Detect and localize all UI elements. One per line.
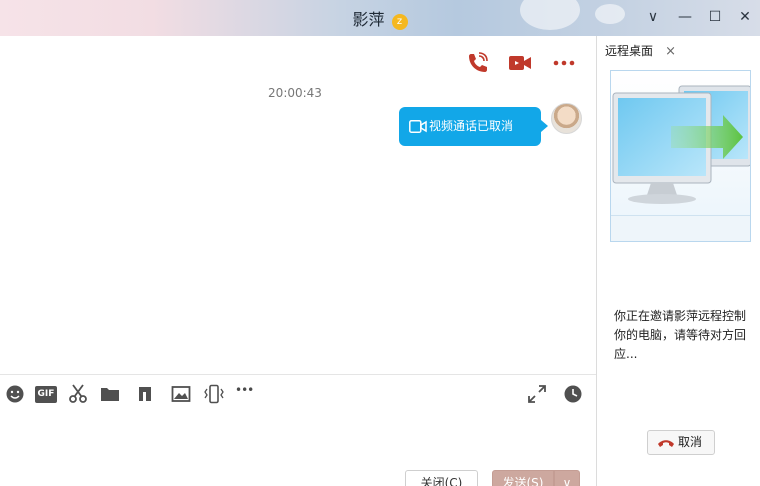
- message-text: 视频通话已取消: [429, 119, 514, 133]
- tab-close-icon[interactable]: ×: [665, 40, 676, 63]
- gif-icon[interactable]: GIF: [35, 386, 57, 403]
- tab-remote-desktop[interactable]: 远程桌面 ×: [600, 40, 682, 63]
- monitors-image: [612, 85, 752, 204]
- message-input[interactable]: [0, 410, 596, 466]
- music-icon[interactable]: [134, 384, 156, 404]
- contact-name: 影萍: [352, 10, 385, 29]
- hang-up-icon: [658, 440, 674, 447]
- collapse-button[interactable]: ∨: [642, 6, 664, 28]
- folder-icon[interactable]: [99, 384, 121, 404]
- illustration-footer: [611, 215, 750, 241]
- more-tools-icon[interactable]: •••: [235, 383, 261, 403]
- voice-call-icon[interactable]: [465, 52, 489, 74]
- message-bubble[interactable]: 视频通话已取消: [399, 107, 548, 146]
- remote-desktop-illustration: [610, 70, 752, 242]
- maximize-button[interactable]: ☐: [704, 6, 726, 28]
- close-button[interactable]: 关闭(C): [405, 470, 478, 486]
- send-options-chevron-icon[interactable]: ∨: [554, 470, 580, 486]
- title-bar: 影萍 z ∨ — ☐ ✕: [0, 0, 760, 36]
- invitation-status-text: 你正在邀请影萍远程控制你的电脑，请等待对方回应...: [614, 309, 747, 361]
- history-clock-icon[interactable]: [562, 384, 584, 404]
- cancel-button[interactable]: 取消: [647, 430, 715, 455]
- user-avatar[interactable]: [551, 103, 582, 134]
- video-camera-icon: [409, 120, 427, 133]
- emoji-icon[interactable]: [4, 384, 26, 404]
- divider: [0, 374, 596, 375]
- vip-badge-icon: z: [391, 14, 408, 30]
- shake-icon[interactable]: [203, 384, 225, 404]
- tab-label: 远程桌面: [605, 44, 654, 58]
- message-timestamp: 20:00:43: [268, 86, 322, 100]
- send-button[interactable]: 发送(S): [492, 470, 554, 486]
- close-window-button[interactable]: ✕: [734, 6, 756, 28]
- video-call-icon[interactable]: [508, 52, 532, 74]
- minimize-button[interactable]: —: [674, 6, 696, 28]
- expand-icon[interactable]: [526, 384, 548, 404]
- cancel-label: 取消: [678, 435, 703, 449]
- image-icon[interactable]: [170, 384, 192, 404]
- more-options-icon[interactable]: [552, 52, 576, 74]
- scissors-icon[interactable]: [67, 384, 89, 404]
